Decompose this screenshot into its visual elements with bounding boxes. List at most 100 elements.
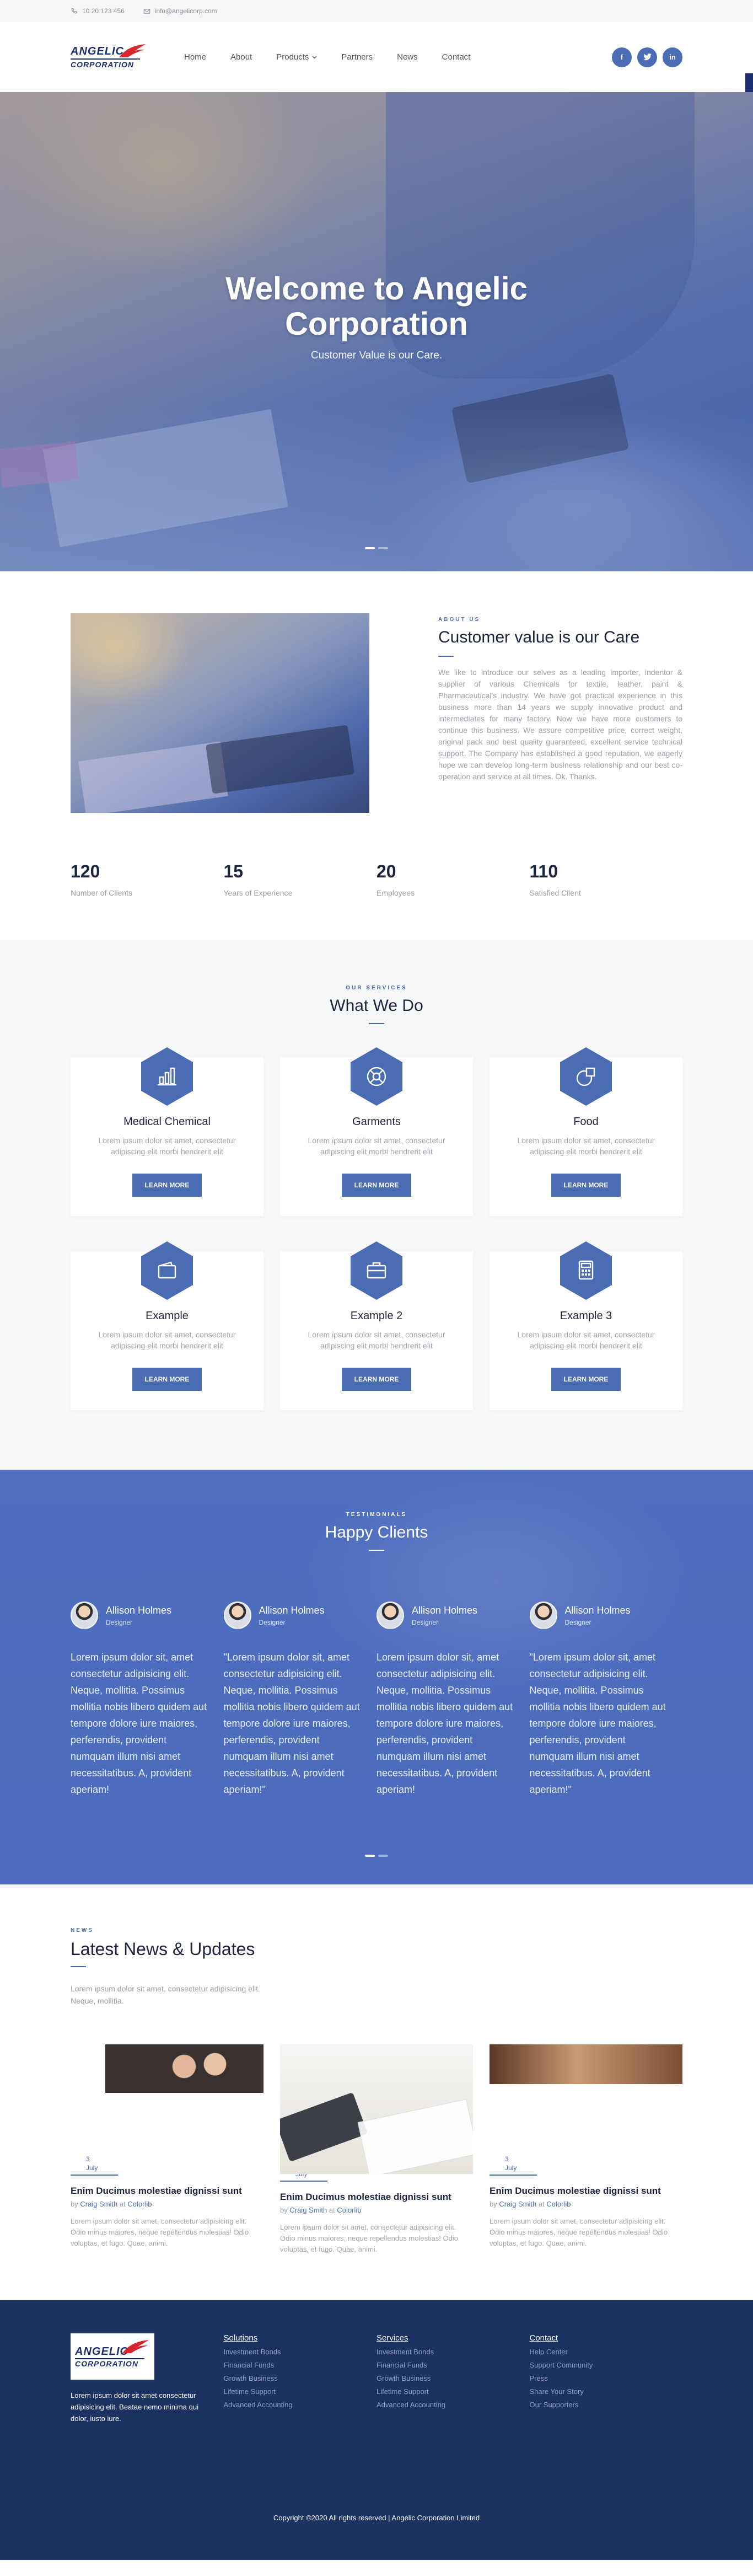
news-image[interactable] [280,2044,473,2174]
footer-link[interactable]: Help Center [530,2348,683,2356]
news-month: July [505,2164,517,2172]
news-place[interactable]: Colorlib [546,2200,571,2208]
footer-column: Services Investment Bonds Financial Fund… [376,2333,530,2424]
service-text: Lorem ipsum dolor sit amet, consectetur … [98,1136,236,1156]
footer-link[interactable]: Lifetime Support [224,2387,377,2396]
date-divider [280,2181,327,2182]
footer-link[interactable]: Support Community [530,2361,683,2369]
email-contact[interactable]: info@angelicorp.com [143,7,217,15]
service-card: Food Lorem ipsum dolor sit amet, consect… [490,1047,682,1216]
author-name: Allison Holmes [564,1604,631,1616]
footer-link[interactable]: Financial Funds [376,2361,530,2369]
footer-link[interactable]: Investment Bonds [376,2348,530,2356]
learn-more-button[interactable]: LEARN MORE [132,1174,202,1197]
news-author[interactable]: Craig Smith [499,2200,536,2208]
main-nav: Home About Products Partners News Contac… [184,52,470,62]
news-author[interactable]: Craig Smith [80,2200,117,2208]
footer-description: Lorem ipsum dolor sit amet consectetur a… [71,2391,198,2423]
author-role: Designer [564,1618,591,1626]
testimonial-quote: Lorem ipsum dolor sit, amet consectetur … [376,1652,513,1795]
service-title: Example 3 [560,1310,612,1322]
footer-link[interactable]: Growth Business [376,2374,530,2382]
stat-value: 15 [223,861,244,881]
divider [438,656,454,657]
chart-icon [139,1046,195,1107]
hero-title-line1: Welcome to Angelic [225,271,528,307]
hero-slider-dots [0,547,753,549]
hero-title-line2: Corporation [285,306,468,342]
testimonial-author: Allison Holmes Designer [529,1602,666,1629]
twitter-icon[interactable] [637,47,657,67]
logo-line2: CORPORATION [75,2358,144,2368]
avatar [376,1602,404,1629]
linkedin-icon[interactable]: in [663,47,682,67]
facebook-icon[interactable]: f [612,47,632,67]
footer-logo[interactable]: ANGELIC CORPORATION [71,2333,154,2380]
learn-more-button[interactable]: LEARN MORE [551,1174,621,1197]
news-headline[interactable]: Enim Ducimus molestiae dignissi sunt [490,2186,682,2197]
footer-link[interactable]: Investment Bonds [224,2348,377,2356]
about-body: We like to introduce our selves as a lea… [438,668,682,781]
stat-item: 120 Number of Clients [71,861,224,897]
stat-label: Years of Experience [223,888,293,897]
news-headline[interactable]: Enim Ducimus molestiae dignissi sunt [280,2192,473,2203]
at-label: at [119,2200,126,2208]
news-card[interactable]: 3July Enim Ducimus molestiae dignissi su… [71,2044,263,2255]
slider-dot[interactable] [378,1855,388,1857]
site-logo[interactable]: ANGELIC CORPORATION [71,41,147,74]
footer-link[interactable]: Advanced Accounting [224,2401,377,2409]
about-image [71,613,369,813]
footer-link[interactable]: Growth Business [224,2374,377,2382]
news-card[interactable]: 3July Enim Ducimus molestiae dignissi su… [280,2044,473,2255]
nav-about[interactable]: About [230,52,252,62]
stat-label: Satisfied Client [529,888,581,897]
stat-item: 110 Satisfied Client [530,861,683,897]
nav-contact[interactable]: Contact [442,52,471,62]
news-image[interactable] [71,2044,263,2093]
stat-item: 15 Years of Experience [224,861,377,897]
hero-text: Welcome to Angelic Corporation Customer V… [0,271,753,362]
footer-columns: ANGELIC CORPORATION Lorem ipsum dolor si… [71,2333,682,2424]
avatar [529,1602,557,1629]
slider-dot[interactable] [365,547,375,549]
testimonial-list: Allison Holmes Designer Lorem ipsum dolor… [71,1602,682,1798]
footer-link[interactable]: Advanced Accounting [376,2401,530,2409]
stat-label: Employees [376,888,415,897]
slider-dot[interactable] [365,1855,375,1857]
service-card: Example 2 Lorem ipsum dolor sit amet, co… [280,1241,473,1410]
slider-dot[interactable] [378,547,388,549]
learn-more-button[interactable]: LEARN MORE [551,1368,621,1391]
learn-more-button[interactable]: LEARN MORE [342,1368,411,1391]
footer-about: ANGELIC CORPORATION Lorem ipsum dolor si… [71,2333,224,2424]
services-header: OUR SERVICES What We Do [71,985,682,1024]
news-card[interactable]: 3July Enim Ducimus molestiae dignissi su… [490,2044,682,2255]
service-title: Example [146,1310,189,1322]
divider [71,1966,86,1967]
news-excerpt: Lorem ipsum dolor sit amet, consectetur … [490,2217,668,2247]
news-title: Latest News & Updates [71,1939,255,1959]
footer-link[interactable]: Financial Funds [224,2361,377,2369]
nav-products-label: Products [276,52,309,62]
learn-more-button[interactable]: LEARN MORE [342,1174,411,1197]
news-headline[interactable]: Enim Ducimus molestiae dignissi sunt [71,2186,263,2197]
nav-products[interactable]: Products [276,52,317,62]
footer-link[interactable]: Lifetime Support [376,2387,530,2396]
service-text: Lorem ipsum dolor sit amet, consectetur … [308,1330,445,1350]
phone-contact[interactable]: 10 20 123 456 [71,7,125,15]
author-name: Allison Holmes [106,1604,172,1616]
news-image[interactable] [490,2044,682,2084]
testimonials-title: Happy Clients [325,1523,428,1541]
news-month: July [86,2164,98,2172]
learn-more-button[interactable]: LEARN MORE [132,1368,202,1391]
footer-link[interactable]: Press [530,2374,683,2382]
nav-news[interactable]: News [397,52,418,62]
footer-link[interactable]: Our Supporters [530,2401,683,2409]
chevron-down-icon [312,56,317,58]
nav-partners[interactable]: Partners [341,52,373,62]
news-place[interactable]: Colorlib [127,2200,152,2208]
testimonial-author: Allison Holmes Designer [71,1602,207,1629]
news-place[interactable]: Colorlib [337,2206,361,2214]
news-author[interactable]: Craig Smith [289,2206,327,2214]
nav-home[interactable]: Home [184,52,206,62]
footer-link[interactable]: Share Your Story [530,2387,683,2396]
